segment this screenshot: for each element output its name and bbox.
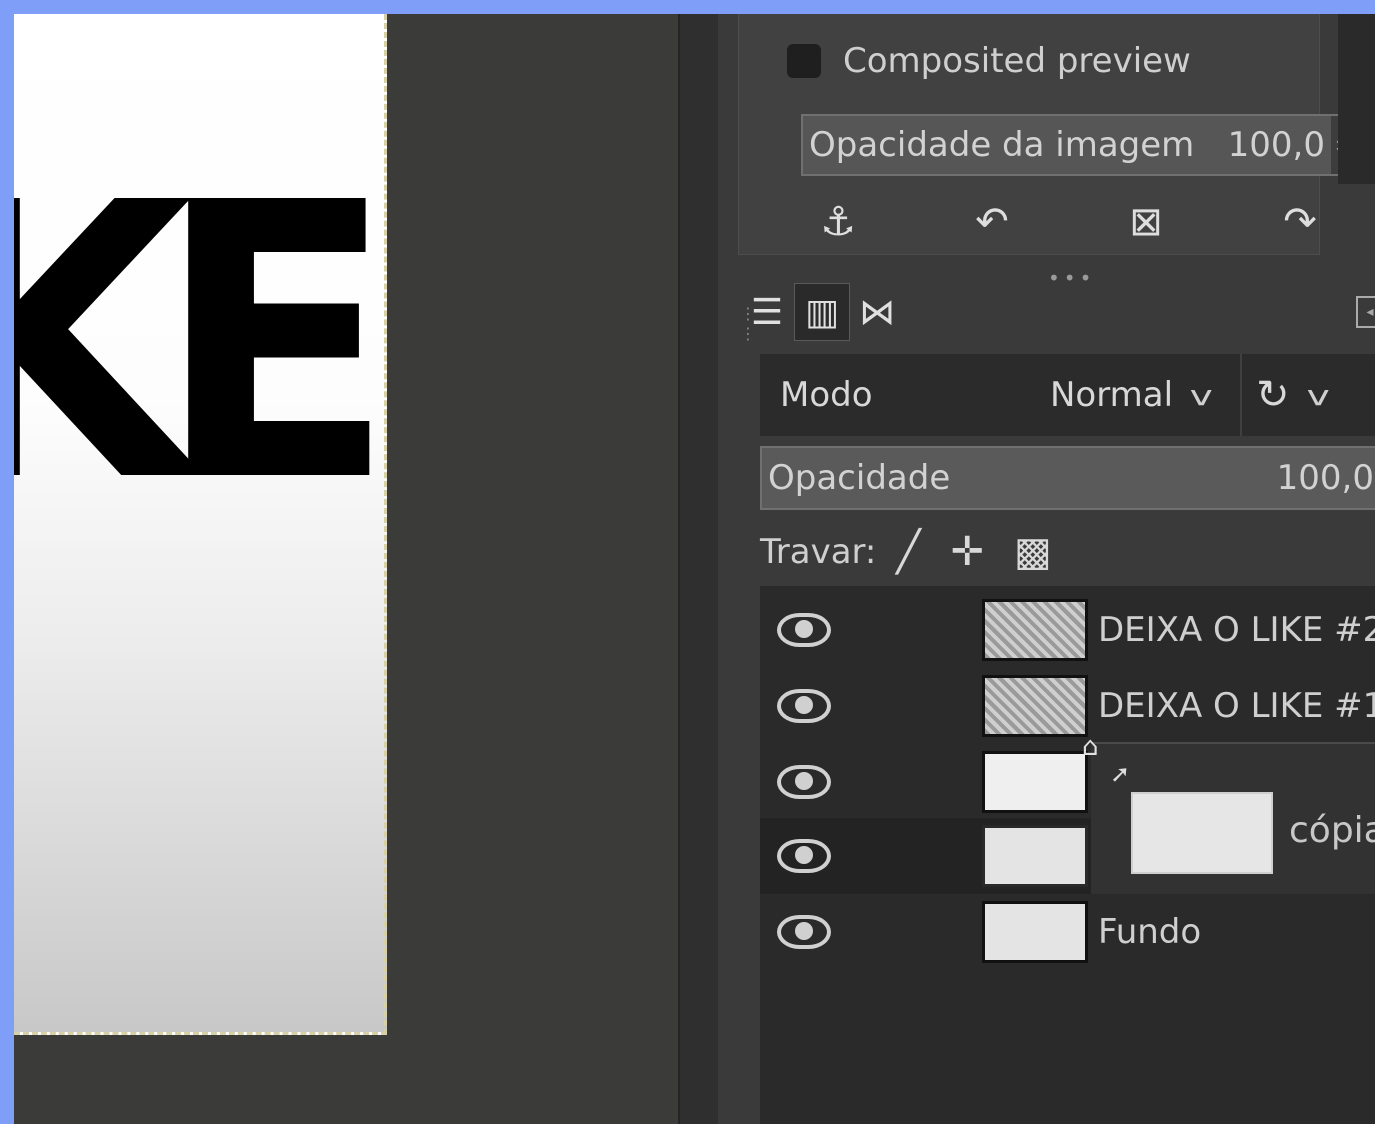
- layer-opacity-label: Opacidade: [768, 458, 951, 498]
- composited-preview-checkbox[interactable]: [787, 44, 821, 78]
- lock-row: Travar: ╱ ✛ ▩: [760, 522, 1082, 582]
- mouse-pointer-icon: ➚: [1110, 760, 1131, 788]
- eye-icon[interactable]: [774, 839, 834, 873]
- dock-tabs: ☰ ▥ ⋈: [746, 282, 904, 342]
- image-opacity-label: Opacidade da imagem: [809, 125, 1195, 165]
- dock-panel: Composited preview Opacidade da imagem 1…: [718, 14, 1375, 1124]
- composited-preview-label: Composited preview: [843, 41, 1191, 81]
- lock-position-icon[interactable]: ✛: [950, 529, 984, 575]
- drag-ghost-thumbnail: [1131, 792, 1273, 874]
- mode-label: Modo: [780, 375, 873, 415]
- composite-mode-dropdown[interactable]: ↻ v: [1256, 372, 1330, 418]
- image-opacity-value: 100,0: [1227, 125, 1325, 165]
- layer-name: DEIXA O LIKE #1: [1098, 686, 1375, 726]
- canvas-text: KE: [14, 122, 395, 565]
- canvas-scrollbar[interactable]: [678, 14, 720, 1124]
- layer-mode-row: Modo Normal v ↻ v: [760, 354, 1375, 436]
- history-toolbar: ⚓ ↶ ⊠ ↷: [809, 192, 1329, 252]
- lock-label: Travar:: [760, 532, 877, 572]
- layer-thumbnail: [982, 599, 1088, 661]
- chevron-down-icon: v: [1189, 378, 1213, 412]
- reset-icon: ↻: [1256, 372, 1290, 418]
- layer-name: DEIXA O LIKE #2: [1098, 610, 1375, 650]
- eye-icon[interactable]: [774, 613, 834, 647]
- upper-panel-scrollbar[interactable]: [1338, 14, 1375, 184]
- channels-tab-icon[interactable]: ▥: [794, 283, 850, 341]
- drag-ghost-label: cópia: [1289, 810, 1375, 851]
- anchor-icon[interactable]: ⚓: [809, 193, 867, 251]
- image-opacity-spinner[interactable]: Opacidade da imagem 100,0 ▲▼: [801, 114, 1355, 176]
- layer-row[interactable]: Fundo: [760, 894, 1375, 970]
- eye-icon[interactable]: [774, 765, 834, 799]
- layer-row[interactable]: DEIXA O LIKE #2: [760, 592, 1375, 668]
- layer-thumbnail: [982, 901, 1088, 963]
- composited-preview-row[interactable]: Composited preview: [787, 36, 1191, 86]
- paths-tab-icon[interactable]: ⋈: [856, 284, 898, 340]
- layer-attributes-panel: Composited preview Opacidade da imagem 1…: [738, 14, 1355, 255]
- app-window: KE Composited preview Opacidade da image…: [14, 14, 1375, 1124]
- image-page: KE: [14, 14, 395, 1035]
- tab-menu-icon[interactable]: ◂: [1356, 296, 1375, 328]
- chevron-down-icon: v: [1306, 378, 1330, 412]
- mode-dropdown[interactable]: Normal v: [1050, 375, 1240, 415]
- delete-icon[interactable]: ⊠: [1117, 193, 1175, 251]
- mode-value: Normal: [1050, 375, 1174, 415]
- drag-cursor-icon: ⌂: [1082, 732, 1099, 762]
- image-canvas[interactable]: KE: [14, 14, 678, 1124]
- eye-icon[interactable]: [774, 915, 834, 949]
- layers-tab-icon[interactable]: ☰: [746, 284, 788, 340]
- redo-icon[interactable]: ↷: [1271, 193, 1329, 251]
- layer-name: Fundo: [1098, 912, 1202, 952]
- layer-thumbnail: [982, 675, 1088, 737]
- layer-thumbnail: [982, 751, 1088, 813]
- drag-ghost-layer: cópia: [1091, 742, 1375, 894]
- undo-icon[interactable]: ↶: [963, 193, 1021, 251]
- layer-row[interactable]: DEIXA O LIKE #1: [760, 668, 1375, 744]
- layer-opacity-spinner[interactable]: Opacidade 100,0 ▲▼: [760, 446, 1375, 510]
- eye-icon[interactable]: [774, 689, 834, 723]
- layer-thumbnail: [982, 825, 1088, 887]
- panel-resize-grip[interactable]: •••: [1048, 266, 1095, 290]
- layer-opacity-value: 100,0: [1276, 458, 1374, 498]
- lock-alpha-icon[interactable]: ▩: [1014, 529, 1052, 575]
- lock-pixels-icon[interactable]: ╱: [896, 529, 920, 575]
- mode-separator: [1240, 354, 1242, 436]
